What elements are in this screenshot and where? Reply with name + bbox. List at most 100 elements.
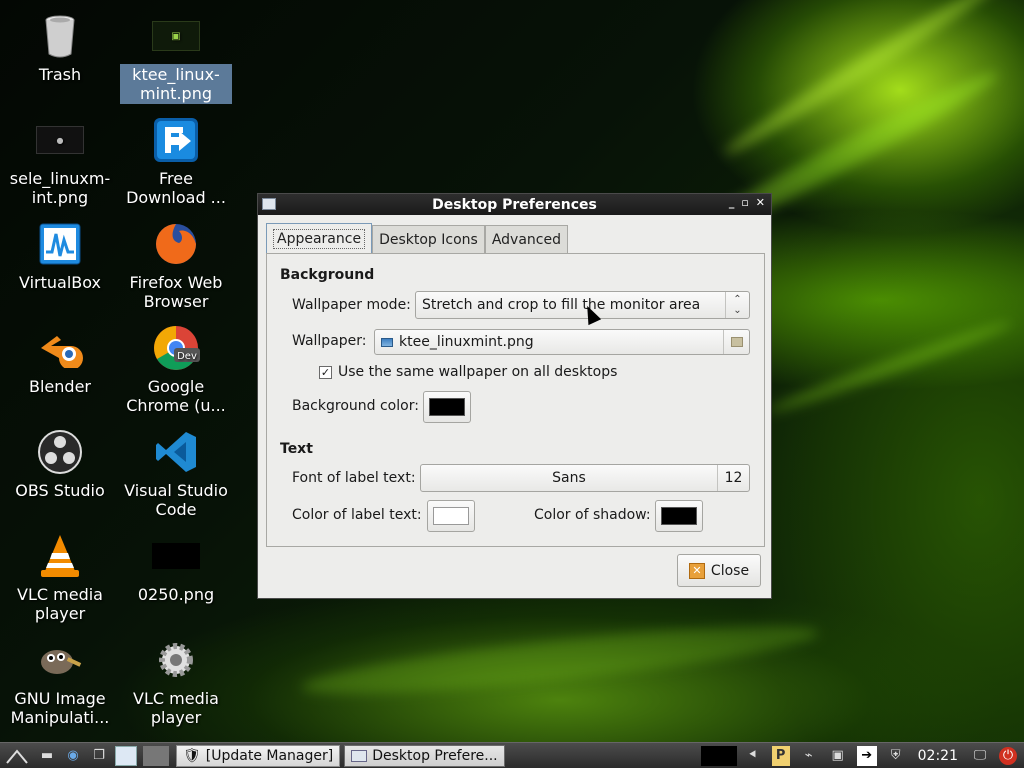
label-color-label: Color of label text: — [292, 507, 422, 523]
wallpaper-file-value: ktee_linuxmint.png — [399, 334, 534, 350]
folder-icon — [723, 330, 749, 354]
image-file-icon: ● — [36, 116, 84, 164]
power-icon[interactable]: ⏻ — [999, 746, 1017, 765]
close-icon[interactable]: ✕ — [756, 196, 765, 209]
virtualbox-icon — [36, 220, 84, 268]
desktop-icon-free-download[interactable]: Free Download ... — [120, 116, 232, 208]
desktop-icon-label: Free Download ... — [126, 169, 226, 207]
network-browser-icon[interactable]: ◉ — [63, 746, 83, 766]
desktop-icon-label: Trash — [38, 65, 82, 84]
dialog-titlebar[interactable]: Desktop Preferences _ ▫ ✕ — [258, 194, 771, 215]
desktop-icon-virtualbox[interactable]: VirtualBox — [4, 220, 116, 293]
background-color-label: Background color: — [292, 398, 419, 414]
text-section-title: Text — [280, 441, 313, 457]
shield-icon[interactable]: ⛨ — [886, 746, 906, 766]
desktop-icon-firefox[interactable]: Firefox Web Browser — [120, 220, 232, 312]
background-section-title: Background — [280, 267, 375, 283]
image-file-icon — [381, 337, 393, 347]
gimp-icon — [36, 636, 84, 684]
firefox-icon — [152, 220, 200, 268]
font-button[interactable]: Sans 12 — [420, 464, 750, 492]
desktop-pager-icon[interactable] — [143, 745, 169, 766]
image-file-icon — [152, 532, 200, 580]
shadow-color-label: Color of shadow: — [534, 507, 651, 523]
desktop-icon-label: Visual Studio Code — [124, 481, 228, 519]
shield-icon: 🛡 — [183, 747, 201, 764]
window-icon — [262, 198, 276, 210]
blender-icon — [36, 324, 84, 372]
task-desktop-preferences[interactable]: Desktop Prefere... — [344, 744, 505, 767]
desktop-icon-label: OBS Studio — [15, 481, 105, 500]
menu-icon[interactable] — [3, 746, 31, 766]
tab-advanced[interactable]: Advanced — [484, 225, 568, 253]
download-manager-icon — [152, 116, 200, 164]
wallpaper-mode-label: Wallpaper mode: — [292, 297, 411, 313]
maximize-icon[interactable]: ▫ — [741, 196, 748, 209]
desktop-icon-gimp[interactable]: GNU Image Manipulati... — [4, 636, 116, 728]
minimize-icon[interactable]: _ — [729, 196, 735, 209]
obs-icon — [36, 428, 84, 476]
desktop-icon-label: Google Chrome (u... — [126, 377, 226, 415]
background-color-swatch — [429, 398, 465, 416]
wallpaper-file-chooser[interactable]: ktee_linuxmint.png — [374, 329, 750, 355]
desktop-icon-trash[interactable]: Trash — [4, 12, 116, 85]
desktop-icon-label: VirtualBox — [18, 273, 102, 292]
tab-appearance[interactable]: Appearance — [266, 223, 373, 253]
minimize-all-icon[interactable]: ▬ — [37, 746, 57, 766]
update-icon[interactable]: ➔ — [856, 745, 877, 766]
workspaces-icon[interactable]: ❐ — [89, 746, 109, 766]
font-size: 12 — [717, 465, 749, 491]
close-button-label: Close — [710, 562, 750, 579]
desktop-icon-sele-linuxmint[interactable]: ● sele_linuxm-int.png — [4, 116, 116, 208]
image-file-icon: ▣ — [152, 12, 200, 60]
vscode-icon — [152, 428, 200, 476]
appearance-panel: Background Wallpaper mode: Stretch and c… — [266, 253, 765, 547]
arrow-icon[interactable]: ⯇ — [743, 746, 763, 766]
task-update-manager[interactable]: 🛡 [Update Manager] — [176, 744, 341, 767]
desktop-pager-icon[interactable] — [115, 745, 137, 766]
battery-icon[interactable]: ▣ — [828, 746, 848, 766]
desktop-icon-label: sele_linuxm-int.png — [9, 169, 111, 207]
tray-black-icon[interactable] — [700, 745, 737, 766]
dialog-title: Desktop Preferences — [432, 196, 597, 213]
tab-desktop-icons[interactable]: Desktop Icons — [372, 225, 485, 253]
gear-icon — [152, 636, 200, 684]
desktop-icon-blender[interactable]: Blender — [4, 324, 116, 397]
desktop-icon-label: GNU Image Manipulati... — [10, 689, 110, 727]
desktop-icon-label: Firefox Web Browser — [129, 273, 223, 311]
desktop-icon-label: Blender — [29, 377, 91, 396]
clipboard-p-icon[interactable]: P — [771, 745, 790, 766]
same-wallpaper-label: Use the same wallpaper on all desktops — [338, 364, 618, 380]
close-button[interactable]: ✕ Close — [677, 554, 761, 587]
desktop-icon-vscode[interactable]: Visual Studio Code — [120, 428, 232, 520]
task-label: [Update Manager] — [205, 747, 334, 764]
desktop-icon-0250-png[interactable]: 0250.png — [120, 532, 232, 605]
taskbar: ▬ ◉ ❐ 🛡 [Update Manager] Desktop Prefere… — [0, 742, 1024, 768]
same-wallpaper-checkbox[interactable]: ✓ — [319, 366, 332, 379]
desktop-preferences-dialog: Desktop Preferences _ ▫ ✕ Appearance Des… — [257, 193, 772, 599]
updown-arrows-icon: ⌃ ⌄ — [725, 292, 749, 318]
desktop-icon-vlc-2[interactable]: VLC media player — [120, 636, 232, 728]
window-icon — [351, 749, 368, 762]
tab-bar: Appearance Desktop Icons Advanced — [266, 223, 568, 253]
label-color-button[interactable] — [427, 500, 475, 532]
font-label: Font of label text: — [292, 470, 416, 486]
clock[interactable]: 02:21 — [918, 748, 958, 764]
wallpaper-mode-select[interactable]: Stretch and crop to fill the monitor are… — [415, 291, 750, 319]
monitor-icon[interactable]: 🖵 — [970, 746, 990, 766]
shadow-color-swatch — [661, 507, 697, 525]
wallpaper-label: Wallpaper: — [292, 333, 367, 349]
close-icon: ✕ — [688, 562, 705, 579]
desktop-icon-chrome[interactable]: Dev Google Chrome (u... — [120, 324, 232, 416]
chrome-dev-icon: Dev — [152, 324, 200, 372]
desktop-icon-obs[interactable]: OBS Studio — [4, 428, 116, 501]
system-tray: ⯇ P ⌁ ▣ ➔ ⛨ 02:21 🖵 ⏻ — [700, 745, 1024, 766]
trash-icon — [36, 12, 84, 60]
desktop-icon-vlc[interactable]: VLC media player — [4, 532, 116, 624]
desktop-icon-ktee-linuxmint[interactable]: ▣ ktee_linux-mint.png — [120, 12, 232, 104]
usb-icon[interactable]: ⌁ — [799, 746, 819, 766]
background-color-button[interactable] — [423, 391, 471, 423]
shadow-color-button[interactable] — [655, 500, 703, 532]
desktop-icon-label: ktee_linux-mint.png — [120, 64, 232, 104]
task-label: Desktop Prefere... — [372, 747, 498, 764]
